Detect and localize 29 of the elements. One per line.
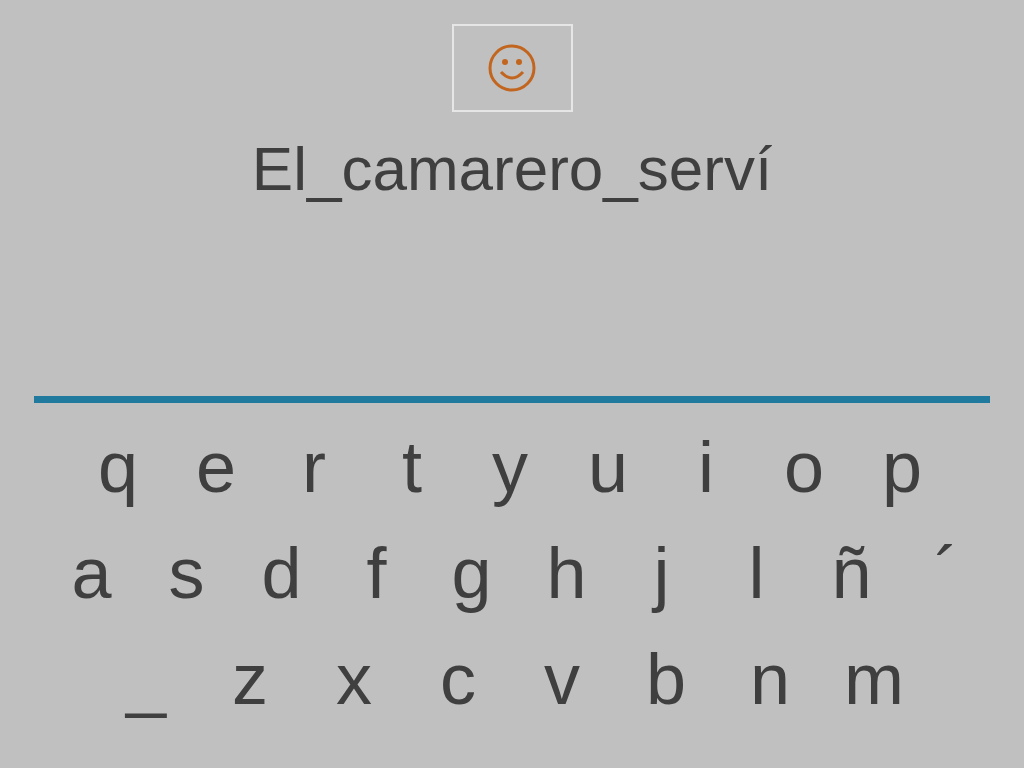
letter-key[interactable]: i [657,413,755,522]
letter-key[interactable]: q [69,413,167,522]
letter-key[interactable]: _ [94,625,198,734]
letter-key[interactable]: b [614,625,718,734]
letter-key[interactable]: a [44,519,139,628]
letter-key[interactable]: y [461,413,559,522]
letter-key[interactable]: f [329,519,424,628]
letter-key[interactable]: s [139,519,234,628]
letter-key[interactable]: o [755,413,853,522]
letter-key[interactable]: ´ [899,519,994,628]
letter-key[interactable]: g [424,519,519,628]
letter-key[interactable]: z [198,625,302,734]
letter-key[interactable]: t [363,413,461,522]
letter-key[interactable]: l [709,519,804,628]
letter-key[interactable]: r [265,413,363,522]
letter-key[interactable]: d [234,519,329,628]
letter-key[interactable]: u [559,413,657,522]
letter-key[interactable]: c [406,625,510,734]
sentence-text: El_camarero_serví [251,133,773,205]
letter-key[interactable]: h [519,519,614,628]
smiley-icon [487,43,537,93]
letter-key[interactable]: n [718,625,822,734]
letter-key[interactable]: p [853,413,951,522]
letter-key[interactable]: e [167,413,265,522]
letter-key[interactable]: x [302,625,406,734]
letter-key[interactable]: m [822,625,926,734]
letter-key[interactable]: j [614,519,709,628]
letter-key[interactable]: ñ [804,519,899,628]
letter-key[interactable]: v [510,625,614,734]
